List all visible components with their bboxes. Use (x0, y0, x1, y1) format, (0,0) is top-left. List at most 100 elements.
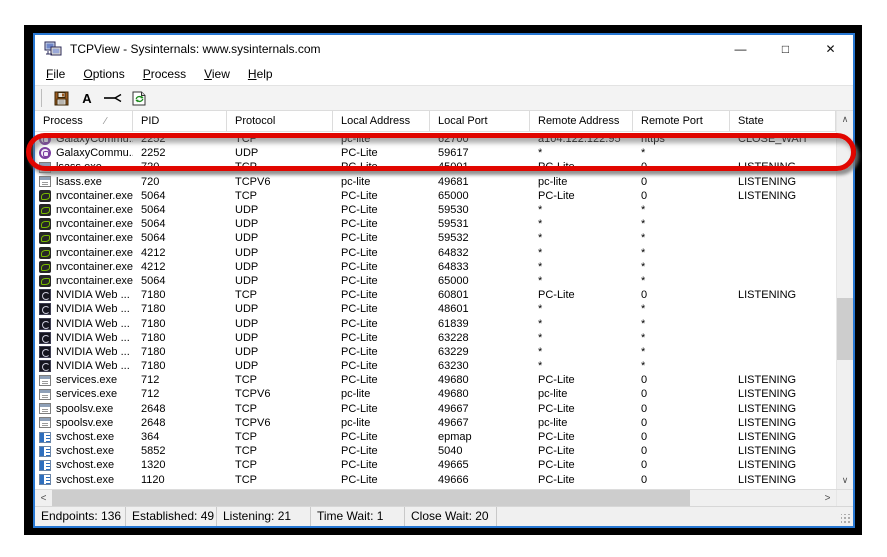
vertical-scroll-track[interactable] (837, 128, 853, 472)
horizontal-scrollbar[interactable]: < > (35, 490, 836, 506)
cell-process: NVIDIA Web ... (35, 288, 133, 302)
cell-local_port: 63228 (430, 331, 530, 345)
cell-state (730, 217, 836, 231)
table-row[interactable]: spoolsv.exe2648TCPV6pc-lite49667pc-lite0… (35, 416, 836, 430)
scroll-down-icon[interactable]: ∨ (837, 472, 853, 489)
cell-state: LISTENING (730, 430, 836, 444)
cell-protocol: TCP (227, 430, 333, 444)
resize-grip[interactable] (841, 514, 851, 524)
table-row[interactable]: svchost.exe1320TCPPC-Lite49665PC-Lite0LI… (35, 458, 836, 472)
table-row-highlighted[interactable]: GalaxyCommu...2252UDPPC-Lite59617** (35, 146, 836, 160)
cell-process: nvcontainer.exe (35, 274, 133, 288)
refresh-icon[interactable] (126, 87, 152, 109)
cell-remote_port: * (633, 231, 730, 245)
table-row[interactable]: services.exe712TCPV6pc-lite49680pc-lite0… (35, 387, 836, 401)
cell-remote_address: * (530, 345, 633, 359)
cell-remote_address: PC-Lite (530, 402, 633, 416)
table-row[interactable]: NVIDIA Web ...7180UDPPC-Lite63230** (35, 359, 836, 373)
cell-process: NVIDIA Web ... (35, 302, 133, 316)
vertical-scroll-thumb[interactable] (837, 298, 853, 360)
table-row[interactable]: nvcontainer.exe5064TCPPC-Lite65000PC-Lit… (35, 189, 836, 203)
font-icon[interactable]: A (74, 87, 100, 109)
page: TCPView - Sysinternals: www.sysinternals… (0, 0, 887, 557)
table-row[interactable]: lsass.exe720TCPV6pc-lite49681pc-lite0LIS… (35, 175, 836, 189)
table-row[interactable]: svchost.exe1120TCPPC-Lite49666PC-Lite0LI… (35, 473, 836, 487)
cell-process: spoolsv.exe (35, 416, 133, 430)
table-row[interactable]: NVIDIA Web ...7180UDPPC-Lite48601** (35, 302, 836, 316)
cell-process: NVIDIA Web ... (35, 359, 133, 373)
cell-remote_address: * (530, 203, 633, 217)
table-row[interactable]: nvcontainer.exe5064UDPPC-Lite59531** (35, 217, 836, 231)
menu-item-help[interactable]: Help (239, 64, 282, 84)
table-row[interactable]: services.exe712TCPPC-Lite49680PC-Lite0LI… (35, 373, 836, 387)
menu-item-options[interactable]: Options (74, 64, 133, 84)
tcpview-app-icon (44, 41, 62, 57)
cell-remote_port: 0 (633, 288, 730, 302)
table-row[interactable]: NVIDIA Web ...7180UDPPC-Lite61839** (35, 316, 836, 330)
table-row[interactable]: lsass.exe720TCPPC-Lite45001PC-Lite0LISTE… (35, 160, 836, 174)
cell-local_address: PC-Lite (333, 288, 430, 302)
cell-protocol: TCPV6 (227, 416, 333, 430)
column-header-remote-address[interactable]: Remote Address (530, 111, 633, 131)
table-row[interactable]: GalaxyCommu...2252TCPpc-lite62700a104.12… (35, 132, 836, 146)
nvweb-process-icon (39, 289, 51, 301)
status-close-wait: Close Wait: 20 (405, 507, 497, 526)
save-icon[interactable] (48, 87, 74, 109)
cell-local_address: PC-Lite (333, 302, 430, 316)
connections-listview: Process∕PIDProtocolLocal AddressLocal Po… (35, 111, 853, 489)
column-header-pid[interactable]: PID (133, 111, 227, 131)
title-bar[interactable]: TCPView - Sysinternals: www.sysinternals… (35, 35, 853, 62)
menu-item-process[interactable]: Process (134, 64, 195, 84)
cell-state (730, 331, 836, 345)
maximize-button[interactable]: □ (763, 35, 808, 62)
close-button[interactable]: ✕ (808, 35, 853, 62)
scroll-left-icon[interactable]: < (35, 490, 52, 506)
tcpview-window: TCPView - Sysinternals: www.sysinternals… (33, 33, 855, 528)
cell-pid: 7180 (133, 331, 227, 345)
cell-local_port: 65000 (430, 189, 530, 203)
nvidia-process-icon (39, 247, 51, 259)
table-row[interactable]: spoolsv.exe2648TCPPC-Lite49667PC-Lite0LI… (35, 402, 836, 416)
toolbar: A (35, 85, 853, 111)
column-header-state[interactable]: State (730, 111, 836, 131)
nvidia-process-icon (39, 190, 51, 202)
status-listening: Listening: 21 (217, 507, 311, 526)
cell-local_address: PC-Lite (333, 345, 430, 359)
table-row[interactable]: nvcontainer.exe4212UDPPC-Lite64833** (35, 260, 836, 274)
nvweb-process-icon (39, 303, 51, 315)
table-row[interactable]: NVIDIA Web ...7180UDPPC-Lite63229** (35, 345, 836, 359)
nvweb-process-icon (39, 346, 51, 358)
table-row[interactable]: svchost.exe364TCPPC-LiteepmapPC-Lite0LIS… (35, 430, 836, 444)
vertical-scrollbar[interactable]: ∧ ∨ (836, 111, 853, 489)
horizontal-scroll-track[interactable] (690, 490, 819, 506)
cell-local_address: PC-Lite (333, 316, 430, 330)
menu-item-file[interactable]: File (37, 64, 74, 84)
minimize-button[interactable]: — (718, 35, 763, 62)
cell-local_port: 49680 (430, 387, 530, 401)
cell-process: GalaxyCommu... (35, 132, 133, 146)
cell-local_port: 63229 (430, 345, 530, 359)
column-header-protocol[interactable]: Protocol (227, 111, 333, 131)
table-row[interactable]: NVIDIA Web ...7180UDPPC-Lite63228** (35, 331, 836, 345)
table-row[interactable]: nvcontainer.exe5064UDPPC-Lite65000** (35, 274, 836, 288)
table-row[interactable]: nvcontainer.exe4212UDPPC-Lite64832** (35, 246, 836, 260)
disconnect-icon[interactable] (100, 87, 126, 109)
column-header-process[interactable]: Process∕ (35, 111, 133, 131)
cell-local_port: 49680 (430, 373, 530, 387)
column-header-local-address[interactable]: Local Address (333, 111, 430, 131)
cell-pid: 2252 (133, 146, 227, 160)
cell-local_port: 59531 (430, 217, 530, 231)
table-row[interactable]: nvcontainer.exe5064UDPPC-Lite59532** (35, 231, 836, 245)
table-row[interactable]: NVIDIA Web ...7180TCPPC-Lite60801PC-Lite… (35, 288, 836, 302)
table-row[interactable]: svchost.exe5852TCPPC-Lite5040PC-Lite0LIS… (35, 444, 836, 458)
horizontal-scroll-thumb[interactable] (52, 490, 690, 506)
scroll-right-icon[interactable]: > (819, 490, 836, 506)
nvidia-process-icon (39, 218, 51, 230)
column-header-local-port[interactable]: Local Port (430, 111, 530, 131)
table-row[interactable]: nvcontainer.exe5064UDPPC-Lite59530** (35, 203, 836, 217)
menu-item-view[interactable]: View (195, 64, 239, 84)
column-header-remote-port[interactable]: Remote Port (633, 111, 730, 131)
cell-remote_address: PC-Lite (530, 473, 633, 487)
cell-remote_address: * (530, 217, 633, 231)
scroll-up-icon[interactable]: ∧ (837, 111, 853, 128)
